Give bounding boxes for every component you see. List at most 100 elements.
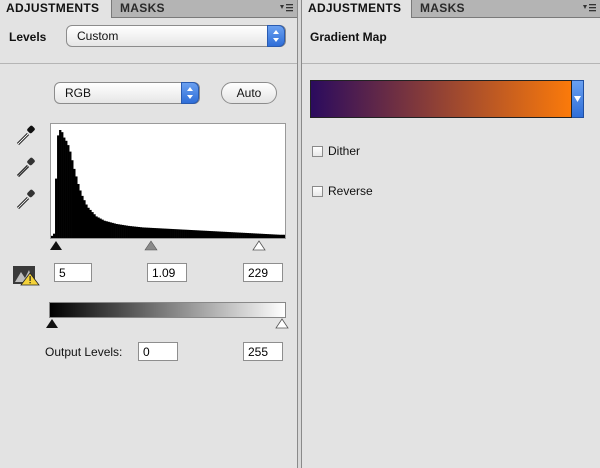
histogram-bar (83, 200, 86, 238)
output-levels-label: Output Levels: (45, 345, 123, 359)
chevron-updown-icon (181, 82, 199, 104)
panel-menu-icon[interactable] (279, 2, 293, 14)
tab-adjustments[interactable]: ADJUSTMENTS (0, 0, 112, 18)
histogram-bar (246, 233, 249, 238)
tab-bar: ADJUSTMENTS MASKS (302, 0, 600, 18)
input-gamma-field[interactable] (147, 263, 187, 282)
reverse-checkbox[interactable] (312, 186, 323, 197)
white-point-eyedropper-icon[interactable] (14, 188, 38, 212)
output-black-field[interactable] (138, 342, 178, 361)
histogram-bar (105, 221, 108, 238)
output-white-slider-handle (275, 318, 289, 329)
histogram-bar (137, 226, 141, 238)
histogram-bar (117, 224, 120, 238)
histogram-bar (133, 226, 137, 238)
histogram-bar (252, 233, 256, 238)
histogram-bar (75, 176, 78, 238)
gradient-preview[interactable] (310, 80, 572, 118)
histogram-bar (153, 228, 157, 238)
histogram-bar (170, 228, 173, 238)
histogram-bar (272, 234, 276, 238)
histogram-bar (149, 227, 153, 238)
dither-checkbox[interactable] (312, 146, 323, 157)
histogram-bar (244, 232, 247, 238)
histogram-bar (163, 228, 167, 238)
histogram-bar (232, 232, 235, 238)
histogram-bar (180, 229, 183, 238)
histogram-bar (79, 190, 82, 238)
histogram-bar (141, 227, 145, 238)
histogram-bar (230, 232, 233, 238)
histogram-bar (99, 218, 102, 238)
histogram-bar (81, 195, 84, 238)
histogram-bar (176, 229, 179, 238)
histogram-bar (77, 184, 80, 238)
histogram-bar (159, 228, 163, 238)
black-point-eyedropper-icon[interactable] (14, 124, 38, 148)
tab-masks[interactable]: MASKS (114, 0, 174, 17)
preset-label: Levels (9, 30, 47, 44)
histogram-bar (168, 228, 171, 238)
histogram-bar (91, 212, 94, 238)
histogram-bar (214, 231, 217, 238)
panel-title: Gradient Map (310, 30, 387, 44)
histogram-bar (258, 233, 262, 238)
histogram-bar (165, 228, 169, 238)
input-black-field[interactable] (54, 263, 92, 282)
histogram-bar (87, 207, 90, 238)
input-white-field[interactable] (243, 263, 283, 282)
histogram-bar (264, 234, 268, 238)
auto-button[interactable]: Auto (221, 82, 277, 104)
output-white-field[interactable] (243, 342, 283, 361)
histogram-bar (57, 135, 60, 238)
histogram-bar (51, 235, 54, 238)
histogram-bar (115, 223, 118, 238)
histogram-bar (65, 140, 68, 238)
histogram-bar (182, 229, 185, 238)
histogram-bar (210, 231, 213, 238)
tab-masks[interactable]: MASKS (414, 0, 474, 17)
histogram-bar (109, 222, 112, 238)
chevron-down-icon (574, 96, 581, 102)
histogram-bar (67, 145, 70, 238)
gray-point-eyedropper-icon[interactable] (14, 156, 38, 180)
histogram-bar (174, 229, 177, 238)
output-black-slider-handle (46, 319, 58, 328)
output-levels-gradient-bar (49, 302, 286, 318)
histogram-bar (157, 228, 161, 238)
histogram-bar (236, 232, 239, 238)
divider (0, 63, 297, 64)
histogram-bar (161, 228, 165, 238)
tab-adjustments[interactable]: ADJUSTMENTS (302, 0, 412, 18)
input-black-slider-handle (50, 241, 62, 250)
histogram-bar (220, 231, 223, 238)
histogram-bar (280, 234, 284, 238)
clipping-warning-icon[interactable] (12, 264, 40, 286)
histogram-bar (238, 232, 241, 238)
histogram-bar (71, 160, 74, 238)
histogram-bar (111, 222, 114, 238)
histogram-bar (107, 221, 110, 238)
histogram-bar (178, 229, 181, 238)
gradient-map-adjustment-panel: ADJUSTMENTS MASKS Gradient Map (301, 0, 600, 468)
channel-select[interactable]: RGB (54, 82, 200, 104)
levels-adjustment-panel: ADJUSTMENTS MASKS Levels Custom RGB Auto (0, 0, 298, 468)
output-levels-slider[interactable] (44, 318, 292, 330)
histogram-bar (59, 130, 62, 238)
histogram-bar (184, 229, 187, 238)
histogram-bar (190, 230, 193, 238)
histogram-bar (103, 220, 106, 238)
histogram-bar (121, 224, 124, 238)
histogram-bar (222, 231, 225, 238)
panel-menu-icon[interactable] (582, 2, 596, 14)
input-levels-slider[interactable] (49, 240, 289, 252)
gradient-picker-dropdown[interactable] (572, 80, 584, 118)
histogram-bar (125, 225, 128, 238)
histogram-bar (266, 234, 270, 238)
histogram-bar (224, 231, 227, 238)
histogram-bar (123, 225, 126, 238)
histogram-bar (145, 227, 149, 238)
chevron-updown-icon (267, 25, 285, 47)
preset-select[interactable]: Custom (66, 25, 286, 47)
histogram-bar (240, 232, 243, 238)
